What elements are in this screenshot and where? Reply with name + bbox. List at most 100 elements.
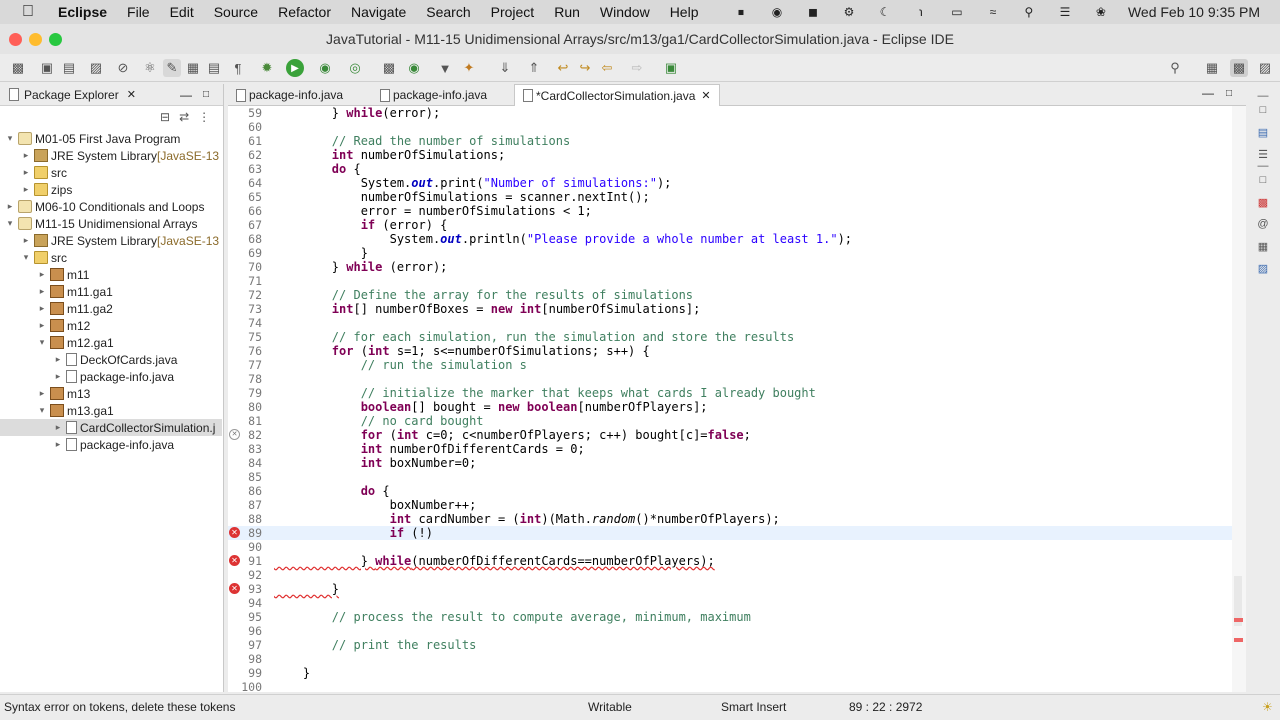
moon-icon[interactable]: ☾	[876, 5, 894, 19]
outline-view-icon[interactable]: ▤	[1255, 124, 1271, 140]
chevron-right-icon[interactable]: ▸	[20, 167, 32, 178]
chevron-right-icon[interactable]: ▸	[20, 235, 32, 246]
code-line[interactable]: 98	[228, 652, 1232, 666]
code-line[interactable]: 69 }	[228, 246, 1232, 260]
code-line[interactable]: ✕ 91 } while(numberOfDifferentCards==numb…	[228, 554, 1232, 568]
tree-item[interactable]: ▸ m11.ga2	[0, 300, 222, 317]
tree-item[interactable]: ▸ package-info.java	[0, 368, 222, 385]
code-line[interactable]: 90	[228, 540, 1232, 554]
code-line[interactable]: 70 } while (error);	[228, 260, 1232, 274]
zoom-window-button[interactable]	[49, 33, 62, 46]
menu-app-eclipse[interactable]: Eclipse	[58, 4, 107, 20]
code-line[interactable]: 96	[228, 624, 1232, 638]
ruler-error-marker[interactable]	[1234, 638, 1243, 642]
menu-refactor[interactable]: Refactor	[278, 4, 331, 20]
open-type-icon[interactable]: ▼	[436, 59, 454, 77]
tree-item[interactable]: ▾ src	[0, 249, 222, 266]
error-marker-icon[interactable]: ✕	[229, 555, 240, 566]
code-line[interactable]: 81 // no card bought	[228, 414, 1232, 428]
code-line[interactable]: 83 int numberOfDifferentCards = 0;	[228, 442, 1232, 456]
search-icon[interactable]: ⚲	[1166, 59, 1184, 77]
tree-item[interactable]: ▸ CardCollectorSimulation.j	[0, 419, 222, 436]
tree-item[interactable]: ▸ DeckOfCards.java	[0, 351, 222, 368]
problems-view-icon[interactable]: ▩	[1255, 194, 1271, 210]
chevron-right-icon[interactable]: ▸	[36, 388, 48, 399]
tree-item[interactable]: ▸ package-info.java	[0, 436, 222, 453]
menu-run[interactable]: Run	[554, 4, 580, 20]
bluetooth-icon[interactable]: ℩	[912, 5, 930, 19]
tree-item[interactable]: ▸ m11	[0, 266, 222, 283]
show-whitespace-icon[interactable]: ¶	[229, 59, 247, 77]
code-line[interactable]: 100	[228, 680, 1232, 692]
minimize-view-icon[interactable]: —	[180, 88, 192, 102]
code-line[interactable]: 75 // for each simulation, run the simul…	[228, 330, 1232, 344]
code-line[interactable]: 87 boxNumber++;	[228, 498, 1232, 512]
tree-item[interactable]: ▾ m13.ga1	[0, 402, 222, 419]
chevron-right-icon[interactable]: ▸	[52, 439, 64, 450]
restore-stack-icon[interactable]: □	[1255, 102, 1271, 118]
console-view-icon[interactable]: ▨	[1255, 260, 1271, 276]
tree-item[interactable]: ▸ zips	[0, 181, 222, 198]
code-line[interactable]: 77 // run the simulation s	[228, 358, 1232, 372]
code-line[interactable]: 94	[228, 596, 1232, 610]
link-with-editor-icon[interactable]: ⇄	[179, 110, 189, 124]
code-line[interactable]: ✕ 89 if (!)	[228, 526, 1232, 540]
creative-cloud-icon[interactable]: ◼	[804, 5, 822, 19]
code-line[interactable]: 59 } while(error);	[228, 106, 1232, 120]
chevron-down-icon[interactable]: ▾	[4, 218, 16, 229]
tree-item[interactable]: ▸ M06-10 Conditionals and Loops	[0, 198, 222, 215]
code-line[interactable]: 60	[228, 120, 1232, 134]
code-line[interactable]: 95 // process the result to compute aver…	[228, 610, 1232, 624]
tree-item[interactable]: ▸ JRE System Library [JavaSE-13	[0, 147, 222, 164]
back-icon[interactable]: ⇦	[598, 59, 616, 77]
code-line[interactable]: 71	[228, 274, 1232, 288]
code-line[interactable]: 80 boolean[] bought = new boolean[number…	[228, 400, 1232, 414]
pin-editor-icon[interactable]: ▣	[662, 59, 680, 77]
menu-navigate[interactable]: Navigate	[351, 4, 406, 20]
close-tab-icon[interactable]: ✕	[701, 89, 710, 102]
external-tools-icon[interactable]: ◎	[346, 59, 364, 77]
next-annotation-icon[interactable]: ⇓	[496, 59, 514, 77]
minimize-window-button[interactable]	[29, 33, 42, 46]
control-center-icon[interactable]: ☰	[1056, 5, 1074, 19]
tab-package-info-1[interactable]: package-info.java	[228, 84, 372, 106]
declaration-view-icon[interactable]: ▦	[1255, 238, 1271, 254]
tree-item[interactable]: ▾ m12.ga1	[0, 334, 222, 351]
new-icon[interactable]: ▩	[9, 59, 27, 77]
chevron-right-icon[interactable]: ▸	[20, 150, 32, 161]
chevron-right-icon[interactable]: ▸	[36, 303, 48, 314]
code-line[interactable]: 99 }	[228, 666, 1232, 680]
spotlight-search-icon[interactable]: ⚲	[1020, 5, 1038, 19]
code-line[interactable]: 65 numberOfSimulations = scanner.nextInt…	[228, 190, 1232, 204]
open-perspective-icon[interactable]: ▦	[1203, 59, 1221, 77]
chevron-down-icon[interactable]: ▾	[36, 405, 48, 416]
apple-icon[interactable]: 	[22, 3, 44, 21]
java-perspective-icon[interactable]: ▩	[1230, 59, 1248, 77]
code-editor[interactable]: 59 } while(error); 60 61 // Read the numbe…	[228, 106, 1246, 692]
whitespace-icon[interactable]: ▤	[205, 59, 223, 77]
code-line[interactable]: 72 // Define the array for the results o…	[228, 288, 1232, 302]
close-window-button[interactable]	[9, 33, 22, 46]
chevron-right-icon[interactable]: ▸	[52, 371, 64, 382]
chevron-down-icon[interactable]: ▾	[20, 252, 32, 263]
tip-bulb-icon[interactable]: ☀	[1262, 700, 1273, 714]
view-menu-icon[interactable]: ⋮	[198, 110, 210, 124]
coverage-icon[interactable]: ◉	[316, 59, 334, 77]
javadoc-view-icon[interactable]: @	[1255, 216, 1271, 232]
debug-perspective-icon[interactable]: ▨	[1256, 59, 1274, 77]
code-line[interactable]: 84 int boxNumber=0;	[228, 456, 1232, 470]
code-line[interactable]: 97 // print the results	[228, 638, 1232, 652]
code-line[interactable]: 73 int[] numberOfBoxes = new int[numberO…	[228, 302, 1232, 316]
collapse-all-icon[interactable]: ⊟	[160, 110, 170, 124]
stop-recording-icon[interactable]: ⏹	[732, 5, 750, 19]
mark-occurrences-icon[interactable]: ✎	[163, 59, 181, 77]
maximize-view-icon[interactable]: □	[203, 89, 209, 100]
gear-status-icon[interactable]: ⚙	[840, 5, 858, 19]
battery-icon[interactable]: ▭	[948, 5, 966, 19]
code-line[interactable]: 62 int numberOfSimulations;	[228, 148, 1232, 162]
menu-project[interactable]: Project	[491, 4, 535, 20]
tree-item[interactable]: ▸ m13	[0, 385, 222, 402]
save-icon[interactable]: ▣	[38, 59, 56, 77]
tree-item[interactable]: ▸ m11.ga1	[0, 283, 222, 300]
code-line[interactable]: 88 int cardNumber = (int)(Math.random()*…	[228, 512, 1232, 526]
